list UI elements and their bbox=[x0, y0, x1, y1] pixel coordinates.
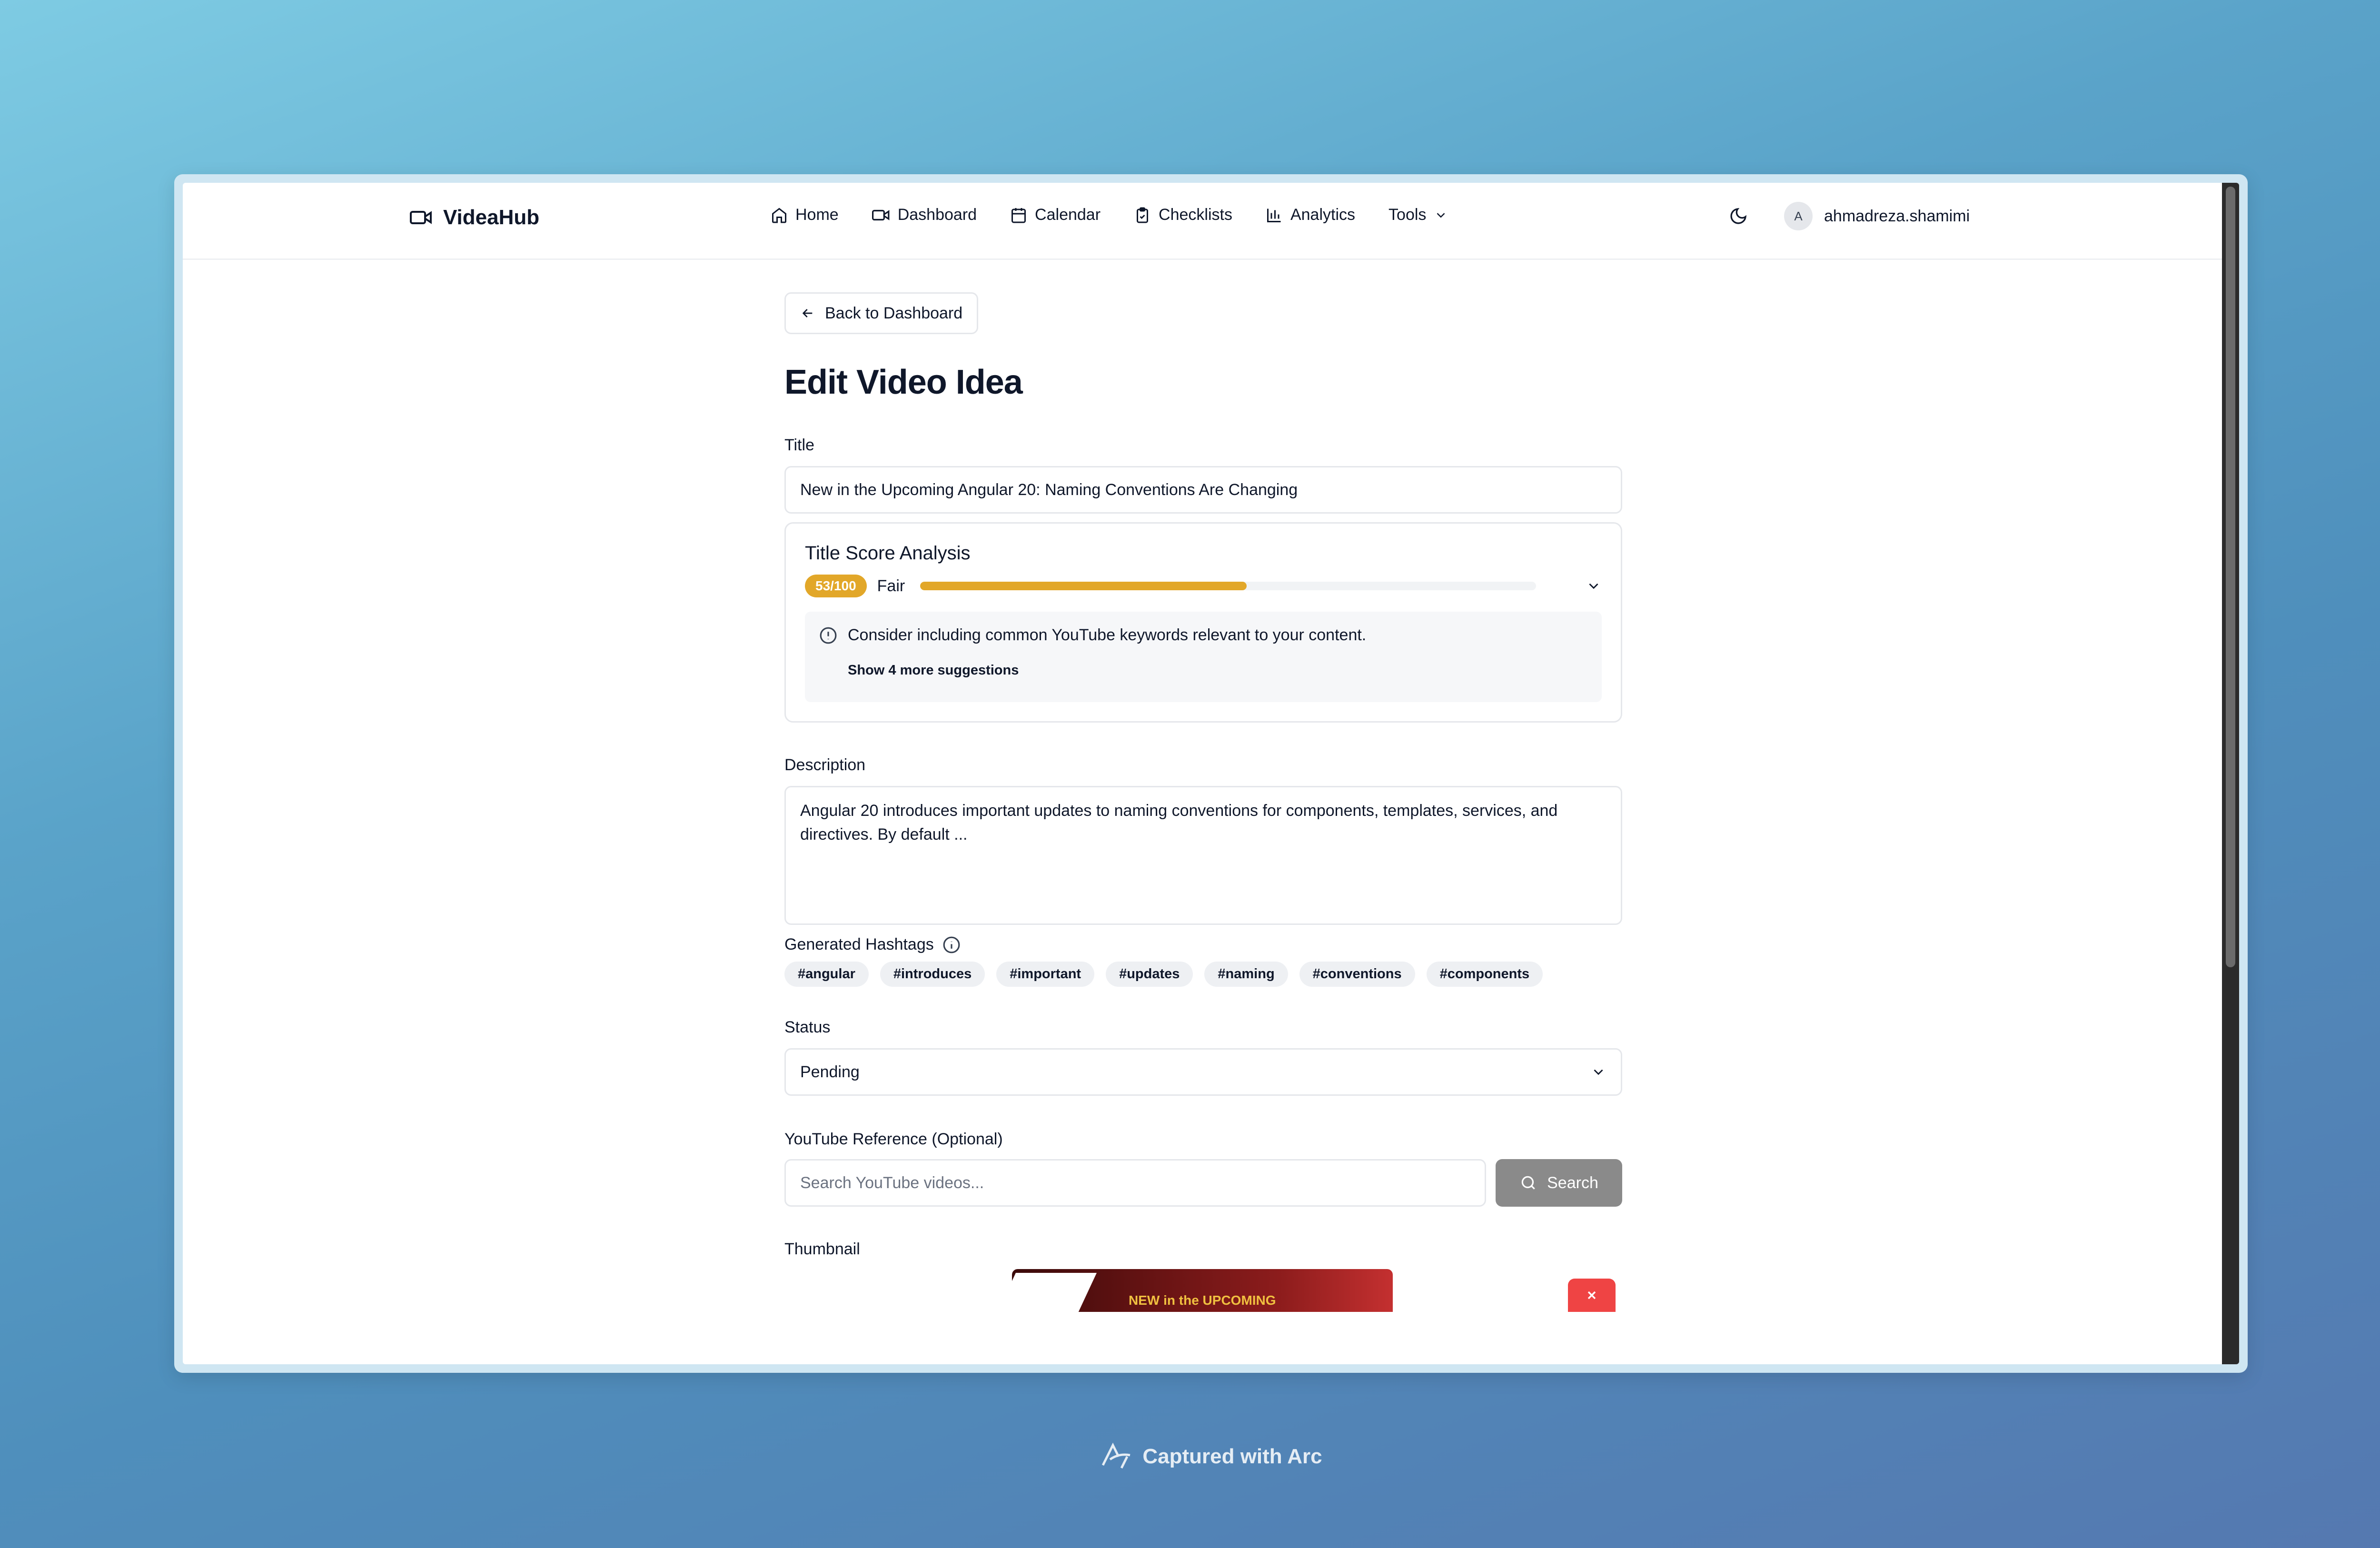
search-button[interactable]: Search bbox=[1496, 1159, 1622, 1207]
nav-item-label: Tools bbox=[1388, 206, 1427, 224]
back-to-dashboard-button[interactable]: Back to Dashboard bbox=[784, 292, 979, 334]
score-rating: Fair bbox=[877, 576, 905, 595]
status-select[interactable]: Pending bbox=[784, 1048, 1622, 1096]
youtube-label: YouTube Reference (Optional) bbox=[784, 1130, 1003, 1148]
browser-window: VideaHub Home Dashboard Calendar Checkli… bbox=[183, 183, 2239, 1364]
youtube-search-input[interactable]: Search YouTube videos... bbox=[784, 1159, 1486, 1207]
score-badge: 53/100 bbox=[805, 575, 867, 597]
youtube-search-row: Search YouTube videos... Search bbox=[784, 1159, 1622, 1207]
search-icon bbox=[1521, 1176, 1535, 1190]
suggestion-box: Consider including common YouTube keywor… bbox=[805, 612, 1602, 702]
chevron-down-icon[interactable] bbox=[1586, 578, 1602, 594]
video-icon bbox=[410, 211, 432, 224]
status-label: Status bbox=[784, 1018, 831, 1036]
new-ribbon bbox=[1012, 1273, 1097, 1312]
video-icon bbox=[872, 209, 890, 220]
scrollbar[interactable] bbox=[2222, 183, 2239, 1364]
back-label: Back to Dashboard bbox=[825, 304, 963, 322]
home-icon bbox=[772, 208, 786, 223]
thumbnail-image: NEW in the UPCOMING bbox=[1012, 1269, 1393, 1312]
nav-item-calendar[interactable]: Calendar bbox=[1010, 206, 1101, 224]
chevron-down-icon bbox=[1594, 1069, 1603, 1075]
suggestion-text: Consider including common YouTube keywor… bbox=[848, 626, 1367, 644]
suggestion-item: Consider including common YouTube keywor… bbox=[819, 626, 1587, 645]
nav-item-label: Analytics bbox=[1290, 206, 1356, 224]
page-title: Edit Video Idea bbox=[784, 363, 1023, 401]
status-value: Pending bbox=[800, 1062, 860, 1081]
nav-item-analytics[interactable]: Analytics bbox=[1266, 206, 1355, 224]
hashtag-chip[interactable]: #components bbox=[1426, 962, 1543, 987]
arc-logo-icon bbox=[1102, 1442, 1130, 1469]
score-heading: Title Score Analysis bbox=[805, 543, 971, 564]
capture-footer: Captured with Arc bbox=[0, 1442, 2380, 1471]
score-progress-bar bbox=[920, 582, 1537, 590]
user-name: ahmadreza.shamimi bbox=[1824, 207, 1970, 225]
nav-item-dashboard[interactable]: Dashboard bbox=[872, 206, 977, 224]
nav-item-home[interactable]: Home bbox=[771, 206, 839, 224]
brand-name: VideaHub bbox=[443, 206, 540, 229]
title-label: Title bbox=[784, 436, 814, 454]
nav-item-checklists[interactable]: Checklists bbox=[1134, 206, 1232, 224]
hashtag-chip[interactable]: #conventions bbox=[1299, 962, 1415, 987]
nav-item-label: Dashboard bbox=[897, 206, 977, 224]
info-icon bbox=[820, 627, 837, 644]
arrow-left-icon bbox=[802, 309, 813, 318]
clipboard-icon bbox=[1137, 207, 1149, 223]
info-icon[interactable] bbox=[942, 936, 961, 954]
chevron-down-icon bbox=[1437, 212, 1445, 218]
hashtag-chip[interactable]: #important bbox=[996, 962, 1095, 987]
bar-chart-icon bbox=[1267, 208, 1281, 222]
brand-logo[interactable]: VideaHub bbox=[410, 206, 539, 229]
nav-item-label: Checklists bbox=[1159, 206, 1232, 224]
hashtag-chip[interactable]: #naming bbox=[1204, 962, 1288, 987]
description-textarea[interactable]: Angular 20 introduces important updates … bbox=[784, 786, 1622, 925]
hashtags-label: Generated Hashtags bbox=[784, 935, 934, 953]
description-label: Description bbox=[784, 756, 866, 774]
scrollbar-thumb[interactable] bbox=[2226, 187, 2235, 967]
close-icon bbox=[1587, 1291, 1596, 1300]
moon-icon[interactable] bbox=[1729, 207, 1748, 226]
avatar: A bbox=[1784, 202, 1813, 230]
thumbnail-label: Thumbnail bbox=[784, 1240, 860, 1258]
hashtag-chip[interactable]: #introduces bbox=[880, 962, 985, 987]
show-more-suggestions-button[interactable]: Show 4 more suggestions bbox=[819, 663, 1587, 678]
hashtag-chip[interactable]: #angular bbox=[784, 962, 869, 987]
nav-links: Home Dashboard Calendar Checklists Analy… bbox=[771, 206, 1448, 224]
remove-thumbnail-button[interactable] bbox=[1568, 1279, 1616, 1312]
search-button-label: Search bbox=[1547, 1173, 1598, 1192]
title-input[interactable]: New in the Upcoming Angular 20: Naming C… bbox=[784, 466, 1622, 514]
thumbnail-text: NEW in the UPCOMING bbox=[1129, 1293, 1276, 1308]
nav-item-tools[interactable]: Tools bbox=[1388, 206, 1448, 224]
title-score-card: Title Score Analysis 53/100 Fair Conside… bbox=[784, 522, 1622, 723]
hashtag-chip[interactable]: #updates bbox=[1106, 962, 1193, 987]
main-content: Back to Dashboard Edit Video Idea Title … bbox=[784, 292, 1622, 1317]
browser-frame: VideaHub Home Dashboard Calendar Checkli… bbox=[174, 174, 2248, 1373]
calendar-icon bbox=[1012, 208, 1026, 223]
user-menu[interactable]: A ahmadreza.shamimi bbox=[1784, 202, 1970, 230]
hashtag-list: #angular #introduces #important #updates… bbox=[784, 962, 1622, 987]
nav-item-label: Home bbox=[795, 206, 839, 224]
nav-right: A ahmadreza.shamimi bbox=[1729, 202, 1970, 230]
thumbnail-area: NEW in the UPCOMING bbox=[784, 1269, 1622, 1317]
nav-item-label: Calendar bbox=[1035, 206, 1101, 224]
score-row: 53/100 Fair bbox=[805, 575, 1602, 597]
hashtags-header: Generated Hashtags bbox=[784, 935, 1622, 954]
score-progress-fill bbox=[920, 582, 1247, 590]
footer-text: Captured with Arc bbox=[1142, 1445, 1322, 1468]
top-nav: VideaHub Home Dashboard Calendar Checkli… bbox=[183, 183, 2222, 260]
